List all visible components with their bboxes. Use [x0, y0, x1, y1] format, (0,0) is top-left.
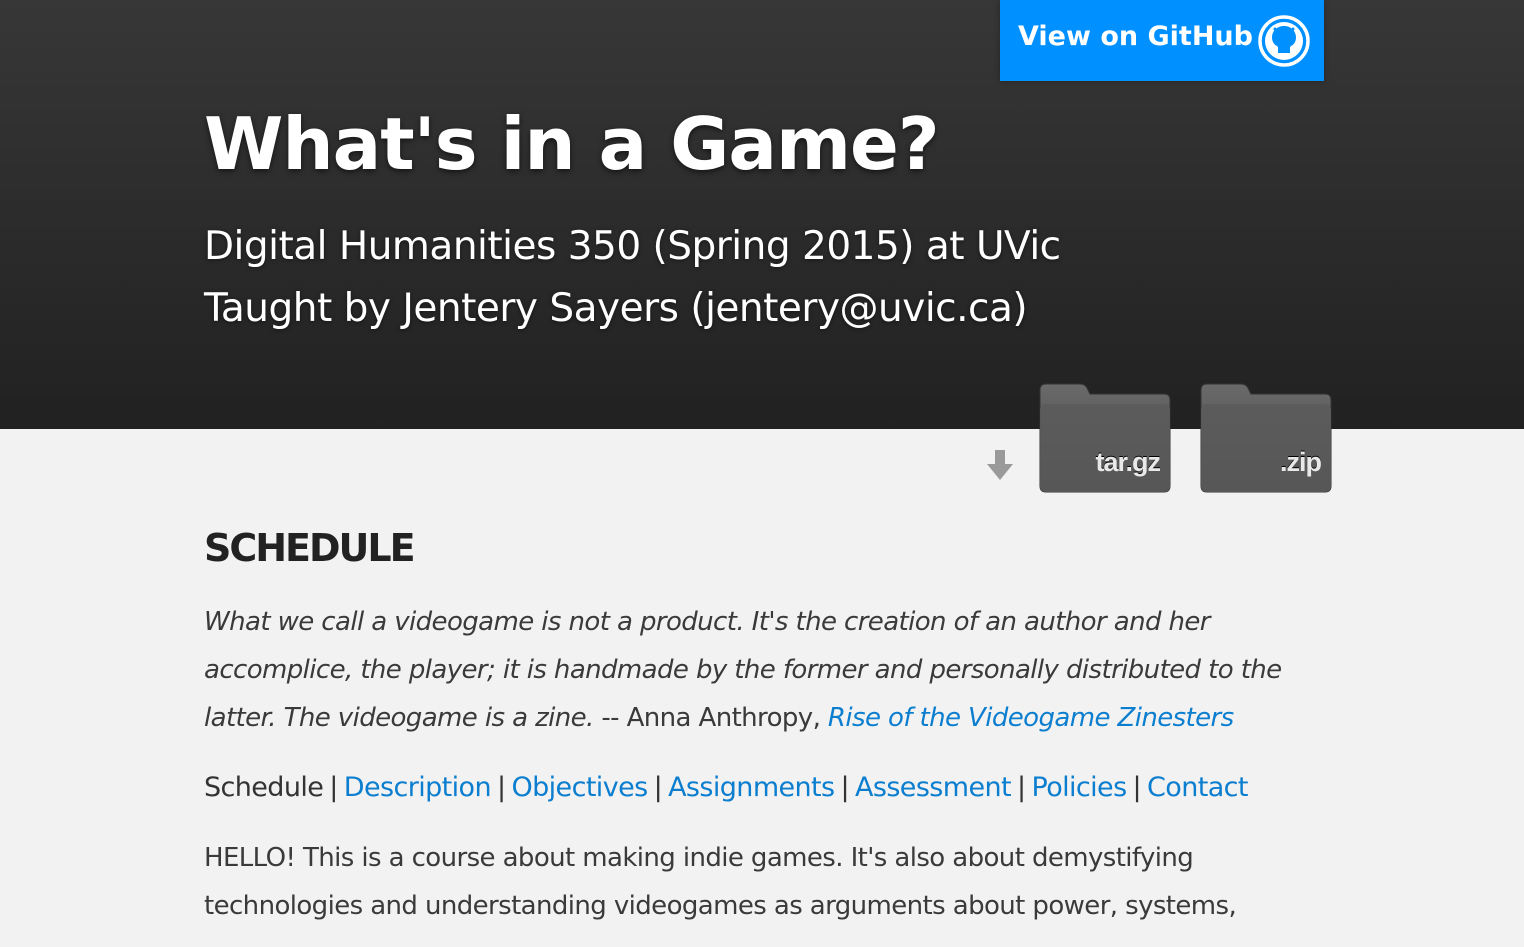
tar-gz-label: tar.gz: [1095, 447, 1161, 477]
header-banner: View on GitHub What's in a Game? Digital…: [0, 0, 1524, 429]
nav-separator: |: [1132, 772, 1142, 803]
nav-current-schedule: Schedule: [204, 772, 324, 803]
nav-link-assignments[interactable]: Assignments: [668, 772, 835, 803]
nav-link-contact[interactable]: Contact: [1147, 772, 1248, 803]
github-octocat-icon: [1258, 15, 1310, 67]
nav-separator: |: [1016, 772, 1026, 803]
nav-link-objectives[interactable]: Objectives: [511, 772, 648, 803]
nav-separator: |: [496, 772, 506, 803]
epigraph: What we call a videogame is not a produc…: [204, 598, 1314, 742]
page-subtitle: Digital Humanities 350 (Spring 2015) at …: [204, 216, 1061, 340]
download-zip-button[interactable]: .zip: [1197, 382, 1335, 494]
view-on-github-button[interactable]: View on GitHub: [1000, 0, 1324, 81]
nav-link-policies[interactable]: Policies: [1031, 772, 1127, 803]
nav-separator: |: [840, 772, 850, 803]
download-arrow-icon: [987, 450, 1013, 480]
nav-link-description[interactable]: Description: [344, 772, 492, 803]
view-on-github-label: View on GitHub: [1018, 21, 1253, 52]
quote-attribution: -- Anna Anthropy,: [593, 703, 828, 733]
intro-paragraph: HELLO! This is a course about making ind…: [204, 843, 1237, 921]
download-tar-gz-button[interactable]: tar.gz: [1036, 382, 1174, 494]
subtitle-course: Digital Humanities 350 (Spring 2015) at …: [204, 224, 1061, 269]
subtitle-instructor: Taught by Jentery Sayers (jentery@uvic.c…: [204, 286, 1028, 331]
section-nav: Schedule | Description | Objectives | Assignme…: [204, 768, 1314, 808]
nav-separator: |: [329, 772, 338, 803]
nav-separator: |: [653, 772, 663, 803]
zip-label: .zip: [1280, 447, 1322, 477]
section-heading: SCHEDULE: [204, 526, 416, 570]
nav-link-assessment[interactable]: Assessment: [855, 772, 1012, 803]
quote-link[interactable]: Rise of the Videogame Zinesters: [828, 703, 1234, 733]
page-title: What's in a Game?: [204, 102, 940, 186]
main-content: SCHEDULE What we call a videogame is not…: [204, 520, 1314, 930]
